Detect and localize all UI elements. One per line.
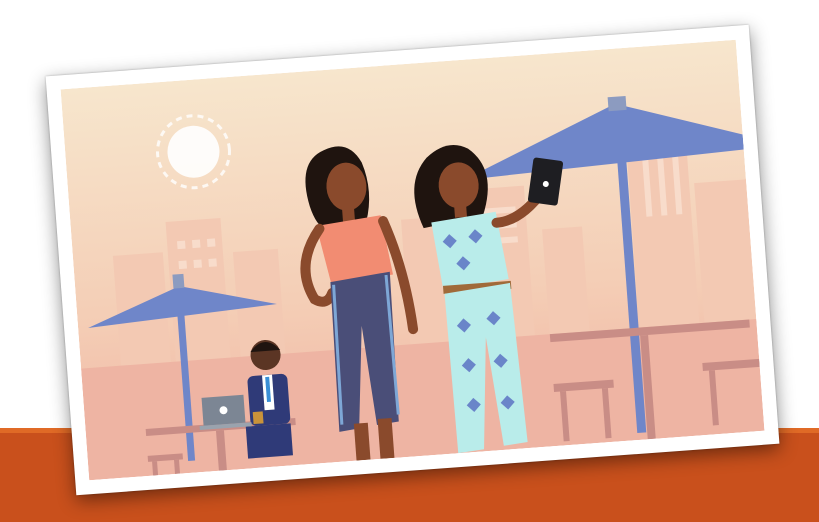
laptop-icon xyxy=(199,394,252,431)
illustration xyxy=(60,39,765,481)
illustration-photo-frame xyxy=(45,24,780,496)
